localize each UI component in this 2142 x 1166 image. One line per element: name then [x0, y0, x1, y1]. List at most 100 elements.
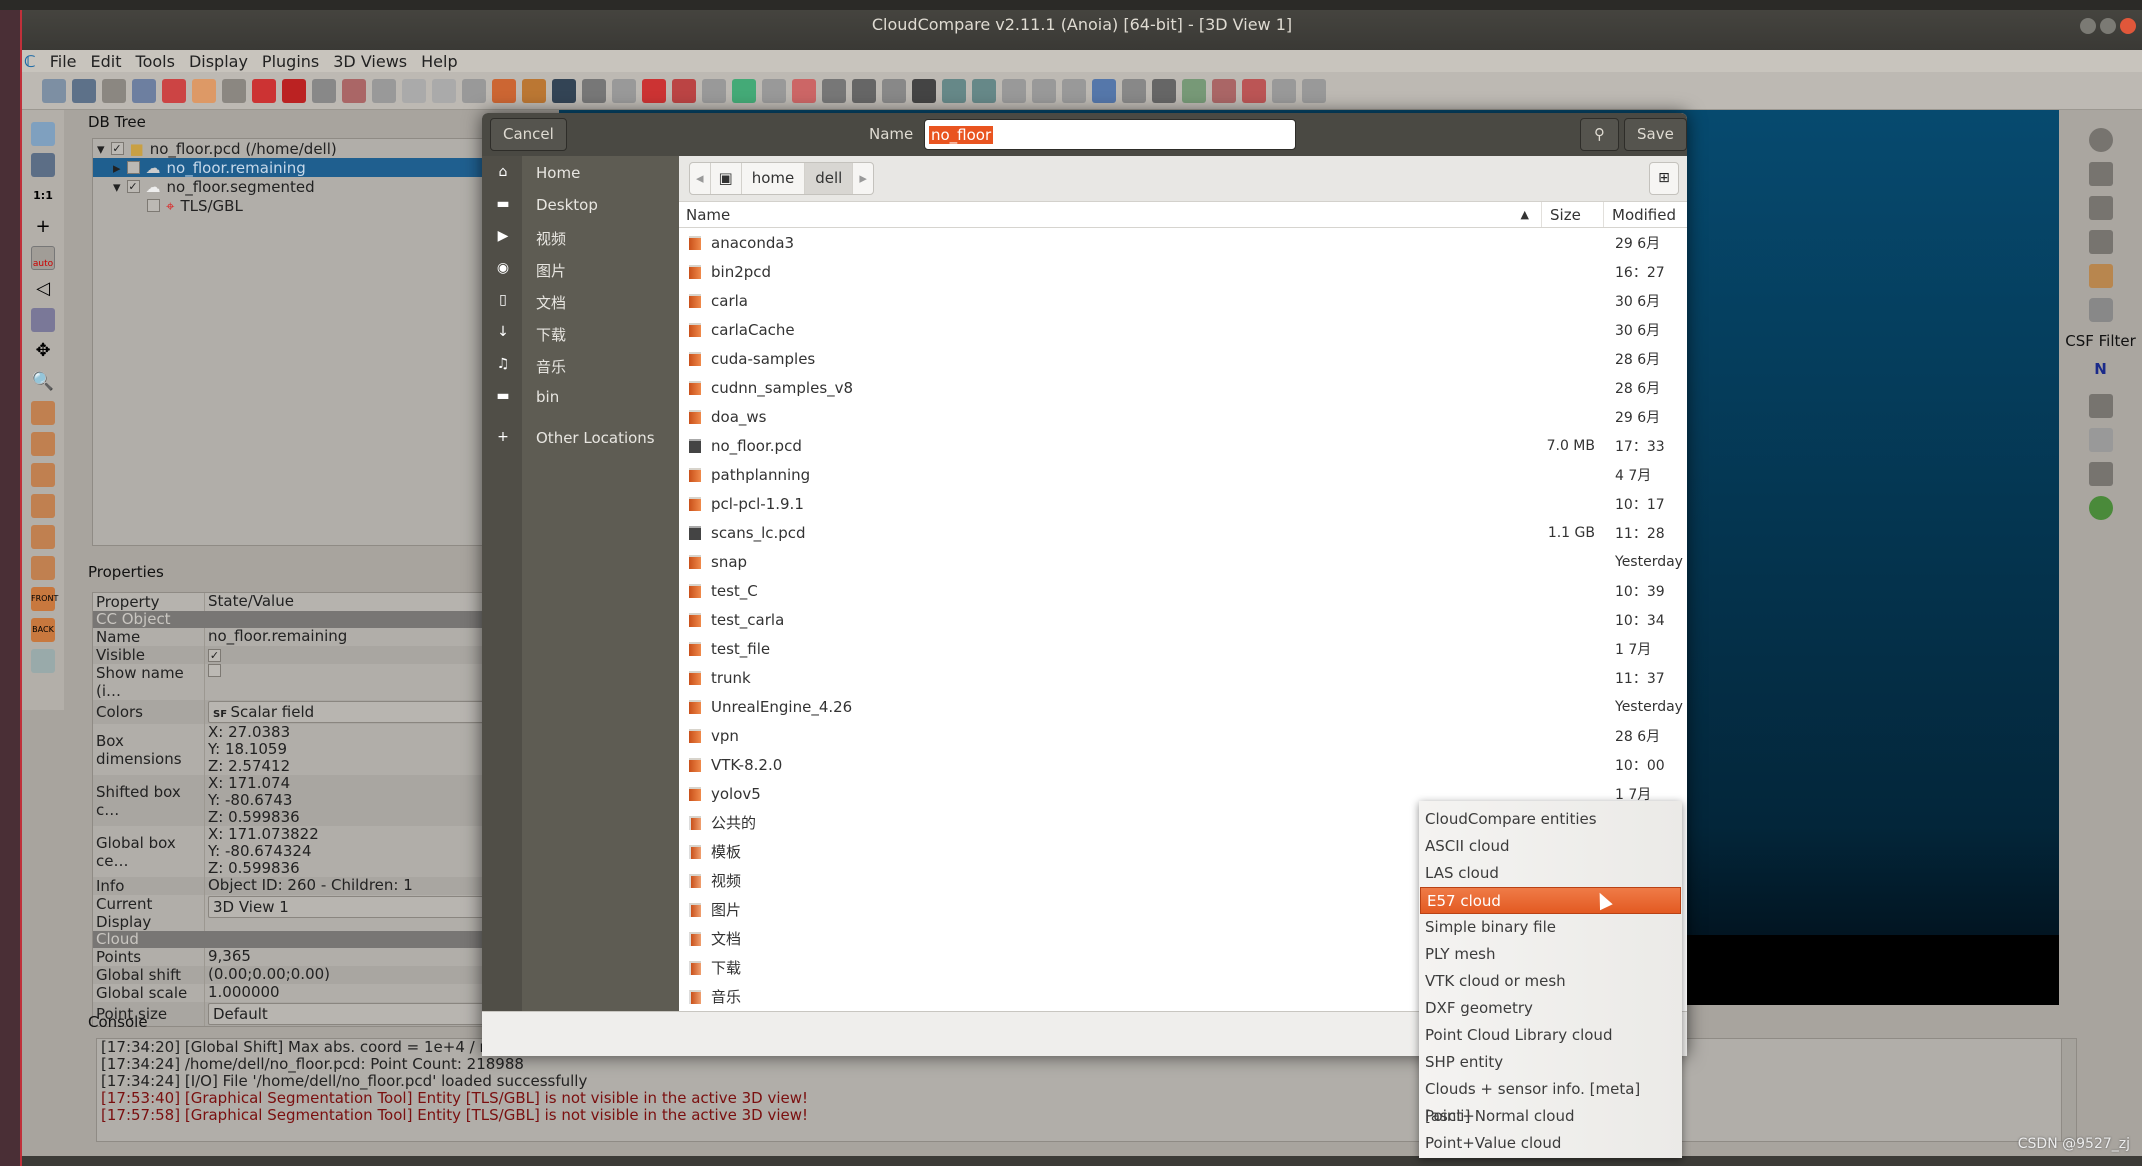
file-row[interactable]: UnrealEngine_4.26 Yesterday [679, 692, 1687, 721]
hpr-icon[interactable] [2088, 394, 2113, 418]
collapse-arrow-icon[interactable]: ▾ [113, 178, 121, 196]
menu-display[interactable]: Display [189, 52, 248, 71]
file-row[interactable]: no_floor.pcd 7.0 MB 17：33 [679, 431, 1687, 460]
compass-tool-icon[interactable] [1302, 78, 1326, 103]
register-icon[interactable] [462, 78, 486, 103]
place-item[interactable]: ▬ bin [482, 388, 679, 412]
place-item[interactable]: + Other Locations [482, 429, 679, 453]
place-item[interactable]: ⌂ Home [482, 164, 679, 188]
normals-icon[interactable]: N [2089, 360, 2113, 384]
curve-icon[interactable] [762, 78, 786, 103]
place-item[interactable]: ▶ 视频 [482, 228, 679, 252]
close-button[interactable] [2120, 18, 2136, 34]
cube-icon[interactable] [31, 308, 55, 332]
place-item[interactable]: ↓ 下载 [482, 324, 679, 348]
sf-icon[interactable] [792, 78, 816, 103]
left-view-icon[interactable] [31, 463, 55, 487]
file-row[interactable]: test_C 10：39 [679, 576, 1687, 605]
breadcrumb-dell[interactable]: dell [805, 163, 854, 194]
mesh-icon[interactable] [312, 78, 336, 103]
file-type-option[interactable]: LAS cloud [1419, 860, 1682, 887]
file-type-option[interactable]: Point+Value cloud [1419, 1130, 1682, 1157]
menu-file[interactable]: File [50, 52, 77, 71]
file-type-option[interactable]: Clouds + sensor info. [meta][ascii] [1419, 1076, 1682, 1125]
filename-input[interactable]: no_floor [924, 119, 1296, 150]
display-icon[interactable] [31, 122, 55, 146]
nc-icon[interactable] [1182, 78, 1206, 103]
csf-filter-button[interactable]: CSF Filter [2065, 332, 2136, 350]
globe-icon[interactable] [1152, 78, 1176, 103]
collapse-arrow-icon[interactable]: ▾ [97, 140, 105, 158]
show-name-checkbox[interactable] [208, 664, 221, 677]
colors-combo[interactable]: SF Scalar field [208, 701, 511, 723]
segment-icon[interactable] [162, 78, 186, 103]
current-display-combo[interactable]: 3D View 1 [208, 896, 511, 918]
forward-arrow-icon[interactable]: ▸ [853, 163, 873, 194]
front-view-icon[interactable] [31, 432, 55, 456]
menu-edit[interactable]: Edit [91, 52, 122, 71]
histogram-icon[interactable] [732, 78, 756, 103]
file-row[interactable]: pathplanning 4 7月 [679, 460, 1687, 489]
expand-arrow-icon[interactable]: ▸ [113, 159, 121, 177]
cc-icon[interactable] [492, 78, 516, 103]
remote-icon[interactable] [882, 78, 906, 103]
animation-icon[interactable] [2088, 230, 2113, 254]
disable-icon[interactable] [2088, 128, 2113, 152]
tool-icon[interactable] [102, 78, 126, 103]
search-button[interactable]: ⚲ [1580, 118, 1619, 151]
visibility-checkbox[interactable] [147, 199, 160, 212]
file-type-option[interactable]: E57 cloud [1420, 887, 1681, 914]
canupo-icon[interactable] [942, 78, 966, 103]
plugin-icon[interactable] [1272, 78, 1296, 103]
file-row[interactable]: bin2pcd 16：27 [679, 257, 1687, 286]
iso-front-icon[interactable]: FRONT [31, 587, 58, 611]
camera-icon[interactable] [31, 153, 55, 177]
bottom-view-icon[interactable] [31, 556, 55, 580]
menu-3d-views[interactable]: 3D Views [333, 52, 407, 71]
back-view-icon[interactable] [31, 494, 55, 518]
fm-icon[interactable] [1032, 78, 1056, 103]
breadcrumb-home[interactable]: home [742, 163, 806, 194]
top-view-icon[interactable] [31, 401, 55, 425]
plane-icon[interactable] [672, 78, 696, 103]
sphere-icon[interactable] [1122, 78, 1146, 103]
edl-icon[interactable] [2088, 162, 2113, 186]
place-item[interactable]: ◉ 图片 [482, 260, 679, 284]
clone-icon[interactable] [222, 78, 246, 103]
zoom-1-1-icon[interactable]: 1:1 [31, 184, 55, 208]
col-name[interactable]: Name ▲ [679, 202, 1541, 227]
color-icon[interactable] [192, 78, 216, 103]
iso-back-icon[interactable]: BACK [31, 618, 55, 642]
open-icon[interactable] [42, 78, 66, 103]
file-row[interactable]: trunk 11：37 [679, 663, 1687, 692]
place-item[interactable]: ▯ 文档 [482, 292, 679, 316]
visibility-checkbox[interactable] [126, 161, 140, 174]
root-drive-icon[interactable]: ▣ [711, 163, 742, 194]
file-row[interactable]: cuda-samples 28 6月 [679, 344, 1687, 373]
sf-colors-icon[interactable] [912, 78, 936, 103]
file-row[interactable]: doa_ws 29 6月 [679, 402, 1687, 431]
file-type-option[interactable]: Point Cloud Library cloud [1419, 1022, 1682, 1049]
file-type-option[interactable]: VTK cloud or mesh [1419, 968, 1682, 995]
kd-icon[interactable] [1002, 78, 1026, 103]
file-row[interactable]: carlaCache 30 6月 [679, 315, 1687, 344]
s-icon[interactable] [1242, 78, 1266, 103]
menu-tools[interactable]: Tools [136, 52, 175, 71]
file-type-option[interactable]: CloudCompare entities [1419, 806, 1682, 833]
file-row[interactable]: anaconda3 29 6月 [679, 228, 1687, 257]
filter-icon[interactable] [372, 78, 396, 103]
broom-icon[interactable] [2088, 264, 2113, 288]
list-icon[interactable] [132, 78, 156, 103]
file-row[interactable]: pcl-pcl-1.9.1 10：17 [679, 489, 1687, 518]
new-folder-button[interactable]: ⊞ [1649, 162, 1679, 195]
checker-icon[interactable] [552, 78, 576, 103]
file-row[interactable]: test_file 1 7月 [679, 634, 1687, 663]
zoom-icon[interactable]: 🔍 [31, 370, 55, 394]
col-size[interactable]: Size [1541, 202, 1603, 227]
visible-checkbox[interactable]: ✓ [208, 649, 221, 662]
right-view-icon[interactable] [31, 525, 55, 549]
pivot-icon[interactable]: + [31, 215, 55, 239]
delete-icon[interactable] [252, 78, 276, 103]
file-row[interactable]: vpn 28 6月 [679, 721, 1687, 750]
save-button[interactable]: Save [1624, 118, 1687, 151]
